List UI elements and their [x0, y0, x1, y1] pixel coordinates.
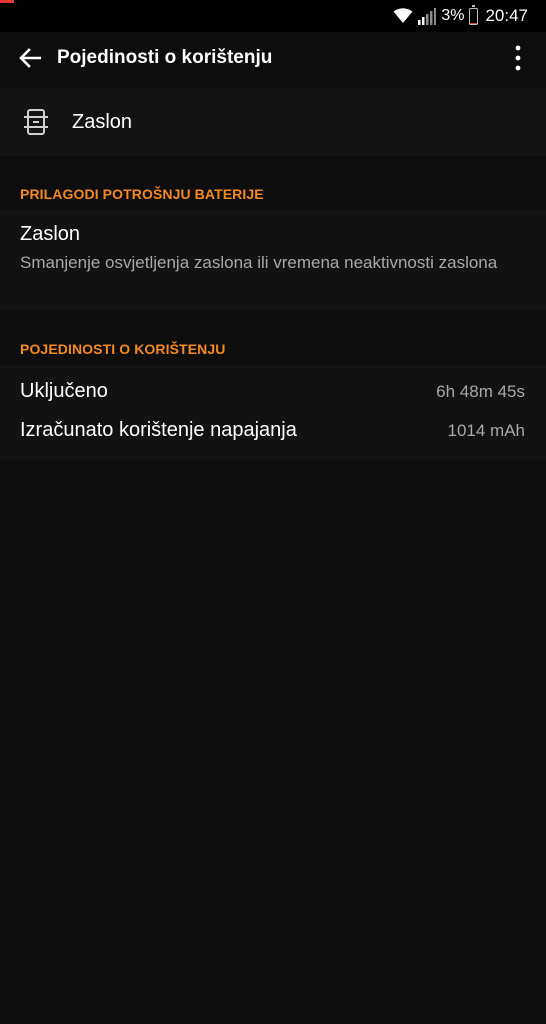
wifi-icon — [393, 8, 413, 24]
list-item: Izračunato korištenje napajanja 1014 mAh — [0, 411, 546, 449]
status-bar: 3% 20:47 — [0, 0, 546, 32]
screen-icon — [24, 108, 48, 136]
section-header-details: POJEDINOSTI O KORIŠTENJU — [0, 311, 546, 365]
page-title: Pojedinosti o korištenju — [57, 47, 273, 68]
toolbar: Pojedinosti o korištenju — [0, 32, 546, 88]
app-name: Zaslon — [72, 111, 133, 133]
list-item: Uključeno 6h 48m 45s — [0, 372, 546, 410]
preference-summary: Smanjenje osvjetljenja zaslona ili vreme… — [20, 253, 498, 272]
signal-icon — [418, 7, 437, 25]
battery-percent: 3% — [441, 7, 465, 24]
usage-details-list: Uključeno 6h 48m 45s Izračunato korišten… — [0, 365, 546, 460]
usage-value: 6h 48m 45s — [436, 382, 525, 401]
usage-label: Izračunato korištenje napajanja — [20, 419, 297, 441]
overflow-menu-button[interactable] — [500, 42, 536, 78]
notification-indicator — [0, 0, 14, 3]
battery-icon — [469, 4, 479, 25]
section-header-adjust: PRILAGODI POTROŠNJU BATERIJE — [0, 156, 546, 209]
usage-value: 1014 mAh — [447, 421, 526, 440]
app-header: Zaslon — [0, 88, 546, 156]
section-title-details: POJEDINOSTI O KORIŠTENJU — [20, 341, 226, 357]
preference-title: Zaslon — [20, 223, 81, 245]
back-button[interactable] — [12, 42, 48, 78]
adjust-screen-preference[interactable]: Zaslon Smanjenje osvjetljenja zaslona il… — [0, 209, 546, 311]
more-vert-icon — [515, 45, 521, 76]
usage-label: Uključeno — [20, 380, 108, 402]
status-icons: 3% 20:47 — [393, 4, 528, 27]
arrow-back-icon — [19, 47, 42, 73]
section-title-adjust: PRILAGODI POTROŠNJU BATERIJE — [20, 186, 264, 202]
clock: 20:47 — [485, 6, 528, 25]
